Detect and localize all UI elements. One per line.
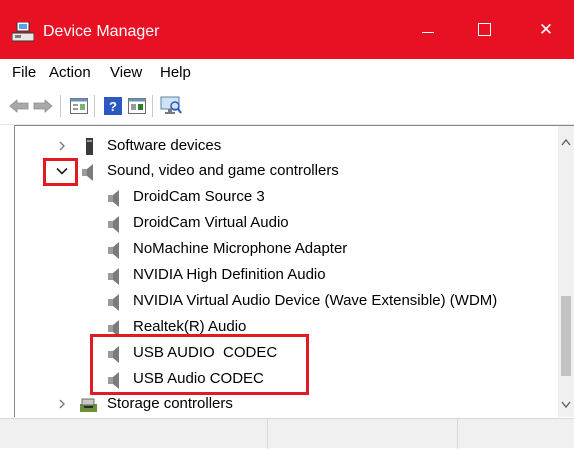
close-button[interactable]: ✕ <box>520 0 572 59</box>
status-bar <box>0 418 574 449</box>
window-title: Device Manager <box>43 23 160 40</box>
menu-bar: File Action View Help <box>0 59 574 87</box>
scan-hardware-icon <box>160 96 182 114</box>
tree-item-label: DroidCam Virtual Audio <box>133 214 289 231</box>
toolbar: ? <box>0 87 574 125</box>
tree-item-label: NoMachine Microphone Adapter <box>133 240 348 257</box>
software-device-icon <box>86 138 93 155</box>
scan-hardware-button[interactable] <box>160 95 182 117</box>
svg-text:?: ? <box>109 99 117 114</box>
device-manager-icon <box>12 22 34 42</box>
tree-item-usb-audio-codec[interactable]: USB Audio CODEC <box>15 367 560 392</box>
tree-item-label: USB AUDIO CODEC <box>133 344 278 361</box>
back-arrow-icon <box>9 99 29 113</box>
speaker-icon <box>82 164 93 181</box>
device-manager-window: Device Manager ✕ File Action View Help ?… <box>0 0 574 449</box>
toolbar-separator <box>60 95 61 117</box>
tree-item-usb-audio-codec-upper[interactable]: USB AUDIO CODEC <box>15 341 560 366</box>
tree-item-droidcam-source-3[interactable]: DroidCam Source 3 <box>15 185 560 210</box>
forward-button[interactable] <box>32 95 54 117</box>
tree-item-label: Realtek(R) Audio <box>133 318 247 335</box>
tree-item-label: USB Audio CODEC <box>133 370 264 387</box>
chevron-down-icon[interactable] <box>55 164 69 178</box>
toolbar-separator <box>152 95 153 117</box>
minimize-icon <box>422 31 434 34</box>
tree-item-realtek-audio[interactable]: Realtek(R) Audio <box>15 315 560 340</box>
scroll-up-icon[interactable] <box>558 134 574 151</box>
tree-item-label: Sound, video and game controllers <box>107 162 339 179</box>
title-bar[interactable]: Device Manager ✕ <box>0 0 574 59</box>
properties-button[interactable] <box>68 95 90 117</box>
speaker-icon <box>108 190 119 207</box>
tree-item-label: Storage controllers <box>107 395 233 412</box>
tree-item-nvidia-high-definition-audio[interactable]: NVIDIA High Definition Audio <box>15 263 560 288</box>
scrollbar-thumb[interactable] <box>561 296 571 376</box>
vertical-scrollbar[interactable] <box>558 126 574 417</box>
help-icon: ? <box>104 97 122 115</box>
speaker-icon <box>108 216 119 233</box>
close-icon: ✕ <box>538 19 554 39</box>
speaker-icon <box>108 294 119 311</box>
help-button[interactable]: ? <box>102 95 124 117</box>
back-button[interactable] <box>8 95 30 117</box>
maximize-button[interactable] <box>458 0 510 59</box>
properties-icon <box>70 98 88 114</box>
status-cell <box>0 419 268 449</box>
chevron-right-icon[interactable] <box>55 397 69 411</box>
device-view-icon <box>128 98 146 114</box>
tree-item-nomachine-microphone-adapter[interactable]: NoMachine Microphone Adapter <box>15 237 560 262</box>
device-view-button[interactable] <box>126 95 148 117</box>
menu-file[interactable]: File <box>12 64 36 82</box>
forward-arrow-icon <box>33 99 53 113</box>
speaker-icon <box>108 320 119 337</box>
menu-action[interactable]: Action <box>49 64 91 82</box>
tree-item-label: Software devices <box>107 137 222 154</box>
tree-item-software-devices[interactable]: Software devices <box>15 134 560 159</box>
speaker-icon <box>108 242 119 259</box>
tree-item-droidcam-virtual-audio[interactable]: DroidCam Virtual Audio <box>15 211 560 236</box>
toolbar-separator <box>94 95 95 117</box>
status-cell <box>268 419 458 449</box>
scroll-down-icon[interactable] <box>558 396 574 413</box>
menu-view[interactable]: View <box>110 64 142 82</box>
device-tree[interactable]: Software devices Sound, video and game c… <box>14 125 574 417</box>
tree-item-label: NVIDIA High Definition Audio <box>133 266 326 283</box>
tree-item-nvidia-virtual-audio-device[interactable]: NVIDIA Virtual Audio Device (Wave Extens… <box>15 289 560 314</box>
maximize-icon <box>477 23 491 36</box>
tree-item-storage-controllers[interactable]: Storage controllers <box>15 392 560 417</box>
tree-item-label: NVIDIA Virtual Audio Device (Wave Extens… <box>133 292 498 309</box>
tree-item-label: DroidCam Source 3 <box>133 188 265 205</box>
speaker-icon <box>108 372 119 389</box>
chevron-right-icon[interactable] <box>55 139 69 153</box>
storage-controller-icon <box>80 398 97 412</box>
speaker-icon <box>108 346 119 363</box>
speaker-icon <box>108 268 119 285</box>
minimize-button[interactable] <box>402 0 454 59</box>
tree-item-sound-video-game-controllers[interactable]: Sound, video and game controllers <box>15 159 560 184</box>
menu-help[interactable]: Help <box>160 64 191 82</box>
